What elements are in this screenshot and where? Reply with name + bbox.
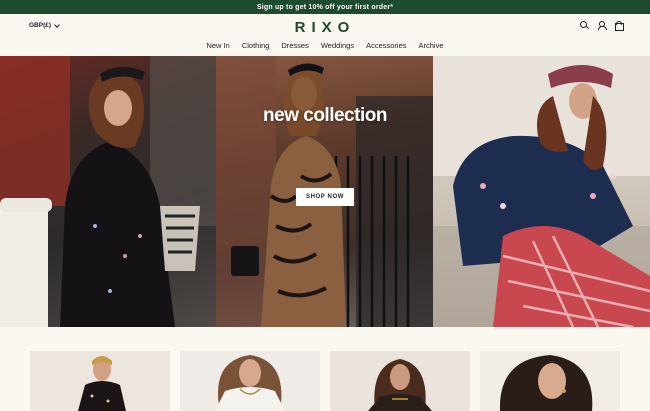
- nav-item-clothing[interactable]: Clothing: [236, 41, 276, 50]
- chevron-down-icon: [54, 21, 60, 28]
- product-card[interactable]: [330, 351, 470, 411]
- product-card[interactable]: [180, 351, 320, 411]
- product-card[interactable]: [480, 351, 620, 411]
- hero-headline: new collection: [263, 105, 387, 126]
- shop-now-button[interactable]: SHOP NOW: [296, 188, 354, 206]
- nav-item-weddings[interactable]: Weddings: [315, 41, 360, 50]
- nav-item-archive[interactable]: Archive: [413, 41, 450, 50]
- product-card[interactable]: [30, 351, 170, 411]
- product-strip: [0, 327, 650, 411]
- currency-label: GBP(£): [29, 22, 52, 29]
- promo-banner[interactable]: Sign up to get 10% off your first order*: [0, 0, 650, 14]
- currency-selector[interactable]: GBP(£): [29, 21, 60, 29]
- promo-text: Sign up to get 10% off your first order*: [256, 3, 394, 11]
- user-icon[interactable]: [596, 20, 607, 30]
- nav-item-accessories[interactable]: Accessories: [360, 41, 412, 50]
- bag-icon[interactable]: [613, 20, 624, 31]
- nav-item-new-in[interactable]: New In: [200, 41, 235, 50]
- hero-image-left: [0, 56, 216, 327]
- hero-image-right: [433, 56, 650, 327]
- nav-item-dresses[interactable]: Dresses: [275, 41, 315, 50]
- main-nav: New In Clothing Dresses Weddings Accesso…: [0, 41, 650, 50]
- header-icons: [579, 20, 624, 31]
- brand-logo[interactable]: RIXO: [270, 19, 380, 36]
- search-icon[interactable]: [579, 20, 589, 30]
- site-header: GBP(£) RIXO New In Clothing Dresses Wedd…: [0, 14, 650, 56]
